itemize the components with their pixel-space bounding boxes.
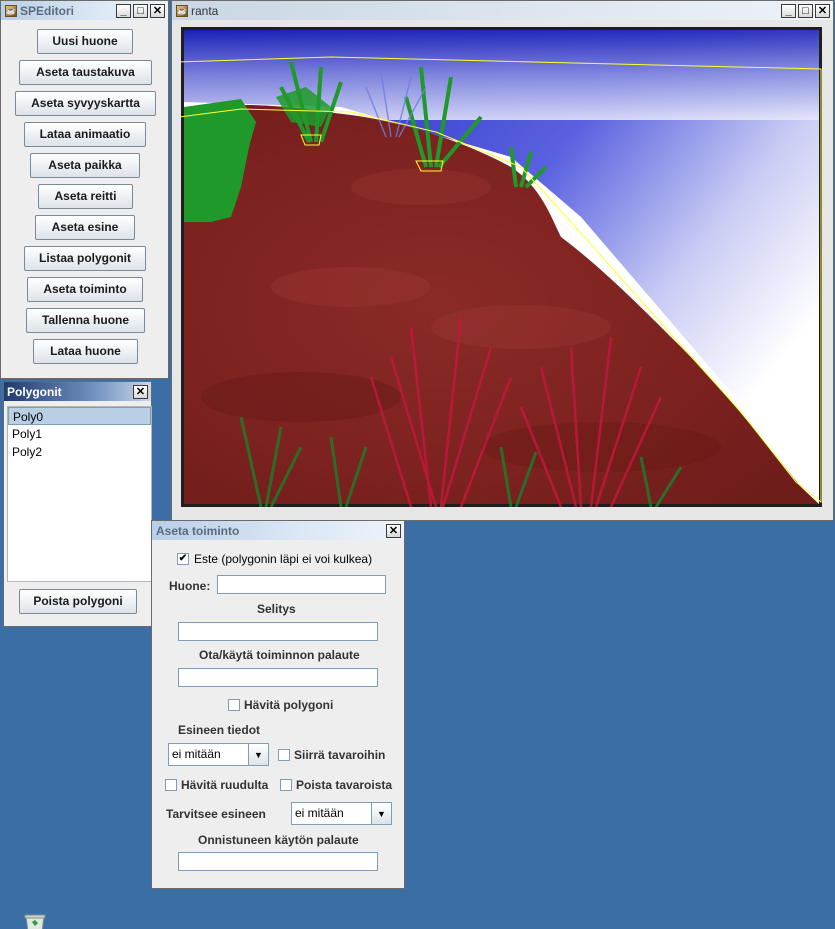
set-item-button[interactable]: Aseta esine bbox=[35, 215, 135, 240]
speditori-title: SPEditori bbox=[20, 3, 75, 18]
set-background-button[interactable]: Aseta taustakuva bbox=[19, 60, 152, 85]
maximize-icon[interactable]: □ bbox=[133, 3, 148, 18]
needs-item-label: Tarvitsee esineen bbox=[166, 807, 266, 821]
room-field[interactable] bbox=[217, 575, 386, 594]
list-item[interactable]: Poly0 bbox=[8, 407, 151, 425]
set-action-button[interactable]: Aseta toiminto bbox=[27, 277, 143, 302]
list-polygons-button[interactable]: Listaa polygonit bbox=[24, 246, 146, 271]
chevron-down-icon[interactable]: ▼ bbox=[248, 744, 268, 765]
load-room-button[interactable]: Lataa huone bbox=[33, 339, 138, 364]
hide-from-screen-checkbox[interactable] bbox=[165, 779, 177, 791]
item-select-value: ei mitään bbox=[172, 747, 221, 761]
list-item[interactable]: Poly2 bbox=[8, 443, 151, 461]
load-animation-button[interactable]: Lataa animaatio bbox=[24, 122, 146, 147]
speditori-titlebar[interactable]: ☕ SPEditori _ □ ✕ bbox=[1, 1, 168, 20]
item-select[interactable]: ei mitään ▼ bbox=[168, 743, 269, 766]
polygon-list[interactable]: Poly0 Poly1 Poly2 bbox=[7, 406, 152, 582]
success-feedback-label: Onnistuneen käytön palaute bbox=[198, 833, 359, 847]
maximize-icon[interactable]: □ bbox=[798, 3, 813, 18]
needs-item-value: ei mitään bbox=[295, 806, 344, 820]
delete-polygon-button[interactable]: Poista polygoni bbox=[19, 589, 137, 614]
set-action-titlebar[interactable]: Aseta toiminto ✕ bbox=[152, 521, 404, 540]
chevron-down-icon[interactable]: ▼ bbox=[371, 803, 391, 824]
close-icon[interactable]: ✕ bbox=[386, 523, 401, 538]
recycle-bin-icon[interactable] bbox=[22, 912, 48, 929]
room-window: ☕ ranta _ □ ✕ bbox=[171, 0, 834, 521]
set-depthmap-button[interactable]: Aseta syvyyskartta bbox=[15, 91, 156, 116]
set-action-title: Aseta toiminto bbox=[156, 523, 240, 538]
obstacle-label: Este (polygonin läpi ei voi kulkea) bbox=[194, 552, 373, 566]
remove-from-items-label: Poista tavaroista bbox=[296, 778, 393, 792]
set-action-window: Aseta toiminto ✕ ✔ Este (polygonin läpi … bbox=[151, 520, 405, 889]
room-label: Huone: bbox=[169, 579, 211, 593]
item-info-label: Esineen tiedot bbox=[178, 723, 261, 737]
remove-from-items-checkbox[interactable] bbox=[280, 779, 292, 791]
minimize-icon[interactable]: _ bbox=[781, 3, 796, 18]
save-room-button[interactable]: Tallenna huone bbox=[26, 308, 145, 333]
room-canvas[interactable] bbox=[181, 27, 822, 507]
success-feedback-field[interactable] bbox=[178, 852, 378, 871]
room-background-image bbox=[181, 27, 822, 507]
hide-polygon-label: Hävitä polygoni bbox=[244, 698, 334, 712]
speditori-window: ☕ SPEditori _ □ ✕ Uusi huone Aseta taust… bbox=[0, 0, 169, 379]
close-icon[interactable]: ✕ bbox=[150, 3, 165, 18]
list-item[interactable]: Poly1 bbox=[8, 425, 151, 443]
description-field[interactable] bbox=[178, 622, 378, 641]
new-room-button[interactable]: Uusi huone bbox=[37, 29, 133, 54]
set-location-button[interactable]: Aseta paikka bbox=[30, 153, 140, 178]
feedback-field[interactable] bbox=[178, 668, 378, 687]
java-app-icon: ☕ bbox=[176, 4, 188, 17]
move-to-items-checkbox[interactable] bbox=[278, 749, 290, 761]
polygons-titlebar[interactable]: Polygonit ✕ bbox=[4, 382, 151, 401]
room-titlebar[interactable]: ☕ ranta _ □ ✕ bbox=[172, 1, 833, 20]
close-icon[interactable]: ✕ bbox=[133, 384, 148, 399]
move-to-items-label: Siirrä tavaroihin bbox=[294, 748, 386, 762]
hide-polygon-checkbox[interactable] bbox=[228, 699, 240, 711]
set-route-button[interactable]: Aseta reitti bbox=[38, 184, 133, 209]
close-icon[interactable]: ✕ bbox=[815, 3, 830, 18]
java-app-icon: ☕ bbox=[5, 4, 17, 17]
hide-from-screen-label: Hävitä ruudulta bbox=[181, 778, 269, 792]
obstacle-checkbox[interactable]: ✔ bbox=[177, 553, 189, 565]
polygons-window: Polygonit ✕ Poly0 Poly1 Poly2 Poista pol… bbox=[3, 381, 152, 627]
minimize-icon[interactable]: _ bbox=[116, 3, 131, 18]
feedback-label: Ota/käytä toiminnon palaute bbox=[199, 648, 360, 662]
room-title: ranta bbox=[191, 3, 219, 18]
polygons-title: Polygonit bbox=[7, 384, 62, 399]
needs-item-select[interactable]: ei mitään ▼ bbox=[291, 802, 392, 825]
description-label: Selitys bbox=[257, 602, 296, 616]
